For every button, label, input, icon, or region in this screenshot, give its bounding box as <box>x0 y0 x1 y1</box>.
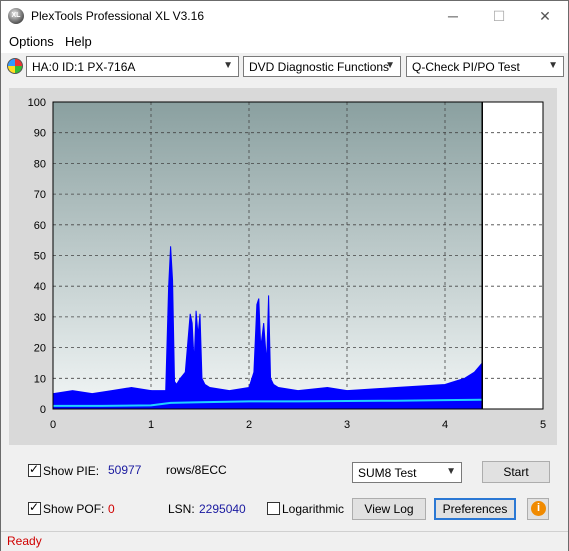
chart-panel: 0 1 2 3 4 5 0 10 20 30 40 50 60 70 80 90 100 <box>9 88 557 445</box>
y-tick-label: 60 <box>34 220 46 232</box>
show-pof-label: Show POF: <box>43 502 105 516</box>
view-log-button[interactable]: View Log <box>352 498 426 520</box>
chevron-down-icon: ▼ <box>446 466 456 477</box>
minimize-button[interactable]: ─ <box>430 1 476 31</box>
pie-value: 50977 <box>108 463 142 477</box>
show-pof-checkbox[interactable] <box>28 500 41 515</box>
status-bar: Ready <box>1 531 568 551</box>
x-tick-label: 3 <box>344 419 350 431</box>
y-tick-label: 80 <box>34 158 46 170</box>
y-tick-label: 90 <box>34 128 46 140</box>
start-button[interactable]: Start <box>482 461 550 483</box>
y-tick-label: 10 <box>34 373 46 385</box>
chevron-down-icon: ▼ <box>385 60 395 71</box>
sum-test-select[interactable]: SUM8 Test ▼ <box>352 462 462 483</box>
menu-help[interactable]: Help <box>65 34 92 49</box>
status-text: Ready <box>7 534 42 548</box>
drive-select-value: HA:0 ID:1 PX-716A <box>32 60 136 74</box>
x-tick-label: 5 <box>540 419 546 431</box>
controls-panel: Show PIE: 50977 rows/8ECC SUM8 Test ▼ St… <box>9 451 557 527</box>
y-tick-label: 70 <box>34 189 46 201</box>
show-pie-label: Show PIE: <box>43 464 100 478</box>
y-tick-label: 0 <box>40 404 46 416</box>
pie-unit: rows/8ECC <box>166 463 227 477</box>
x-tick-label: 1 <box>148 419 154 431</box>
info-icon: i <box>531 501 546 516</box>
pof-value: 0 <box>108 502 115 516</box>
drive-select[interactable]: HA:0 ID:1 PX-716A ▼ <box>26 56 239 77</box>
logarithmic-label: Logarithmic <box>282 502 345 516</box>
test-select[interactable]: Q-Check PI/PO Test ▼ <box>406 56 564 77</box>
window-title: PlexTools Professional XL V3.16 <box>31 9 204 23</box>
show-pie-checkbox[interactable] <box>28 462 41 477</box>
app-logo-icon: XL <box>8 8 24 24</box>
app-window: XL PlexTools Professional XL V3.16 ─ ☐ ✕… <box>0 0 569 551</box>
function-select-value: DVD Diagnostic Functions <box>249 60 390 74</box>
chevron-down-icon: ▼ <box>223 60 233 71</box>
sum-test-value: SUM8 Test <box>358 466 417 480</box>
maximize-button[interactable]: ☐ <box>476 1 522 31</box>
pi-po-chart: 0 1 2 3 4 50102030405060708090100 <box>28 97 546 431</box>
title-bar: XL PlexTools Professional XL V3.16 ─ ☐ ✕ <box>1 1 568 31</box>
menu-bar: Options Help <box>1 31 568 53</box>
chevron-down-icon: ▼ <box>548 60 558 71</box>
info-button[interactable]: i <box>527 498 549 520</box>
y-tick-label: 20 <box>34 343 46 355</box>
logarithmic-checkbox[interactable] <box>267 502 280 515</box>
y-tick-label: 50 <box>34 251 46 263</box>
preferences-button[interactable]: Preferences <box>434 498 516 520</box>
y-tick-label: 100 <box>28 97 46 109</box>
test-select-value: Q-Check PI/PO Test <box>412 60 520 74</box>
y-tick-label: 40 <box>34 281 46 293</box>
y-tick-label: 30 <box>34 312 46 324</box>
drive-icon <box>7 58 23 74</box>
x-tick-label: 4 <box>442 419 448 431</box>
function-select[interactable]: DVD Diagnostic Functions ▼ <box>243 56 401 77</box>
lsn-value: 2295040 <box>199 502 246 516</box>
close-button[interactable]: ✕ <box>522 1 568 31</box>
menu-options[interactable]: Options <box>9 34 54 49</box>
x-tick-label: 0 <box>50 419 56 431</box>
x-tick-label: 2 <box>246 419 252 431</box>
lsn-label: LSN: <box>168 502 195 516</box>
